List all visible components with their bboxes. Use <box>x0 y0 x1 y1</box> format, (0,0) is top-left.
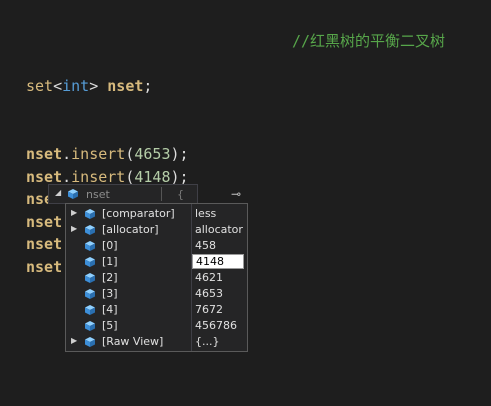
datatip-row-value: 4621 <box>195 271 223 284</box>
pin-icon[interactable]: ⊸ <box>231 187 241 201</box>
datatip-row-name: [1] <box>102 255 118 268</box>
cube-icon <box>84 208 96 220</box>
expand-icon[interactable]: ▶ <box>71 224 77 233</box>
datatip-header[interactable]: ◢ nset { size=6 } ⊸ <box>48 184 241 227</box>
cube-icon <box>84 224 96 236</box>
cube-icon <box>84 256 96 268</box>
method-insert[interactable]: insert <box>71 145 125 163</box>
datatip-row-name: [5] <box>102 319 118 332</box>
datatip-separator <box>161 187 162 201</box>
datatip-row-name: [allocator] <box>102 223 159 236</box>
variable-nset[interactable]: nset <box>26 145 62 163</box>
datatip-row[interactable]: [5] 456786 <box>66 318 247 334</box>
datatip-row[interactable]: ▶ [allocator] allocator <box>66 222 247 238</box>
cube-icon <box>84 240 96 252</box>
datatip-row-name: [4] <box>102 303 118 316</box>
paren-close-semicolon: ); <box>170 144 189 163</box>
angle-close: > <box>89 77 99 96</box>
cube-icon <box>84 288 96 300</box>
datatip-row-value: 456786 <box>195 319 237 332</box>
collapse-icon[interactable]: ◢ <box>55 188 61 197</box>
datatip-row[interactable]: ▶ [comparator] less <box>66 206 247 222</box>
code-comment: //红黑树的平衡二叉树 <box>292 32 446 50</box>
cube-icon <box>84 320 96 332</box>
datatip-expanded-panel[interactable]: ▶ [comparator] less ▶ [allocator] allocator [0… <box>65 203 248 352</box>
variable-nset[interactable]: nset <box>26 235 62 253</box>
variable-nset[interactable]: nset <box>107 77 143 95</box>
angle-open: < <box>53 77 63 96</box>
number-literal: 4653 <box>134 144 171 163</box>
datatip-row[interactable]: ▶ [Raw View] {...} <box>66 334 247 350</box>
expand-icon[interactable]: ▶ <box>71 336 77 345</box>
datatip-row[interactable]: [2] 4621 <box>66 270 247 286</box>
datatip-row-value: 4653 <box>195 287 223 300</box>
keyword-int: int <box>62 77 90 96</box>
datatip-row-value: {...} <box>195 335 220 348</box>
datatip-row-name: [comparator] <box>102 207 175 220</box>
variable-nset[interactable]: nset <box>26 258 62 276</box>
datatip-row[interactable]: [3] 4653 <box>66 286 247 302</box>
datatip-row-name: [0] <box>102 239 118 252</box>
datatip-row-name: [Raw View] <box>102 335 164 348</box>
datatip-row-value: 458 <box>195 239 216 252</box>
datatip-row-name: [2] <box>102 271 118 284</box>
cube-icon <box>84 272 96 284</box>
variable-nset[interactable]: nset <box>26 213 62 231</box>
code-line-declaration[interactable]: set<int> nset; <box>26 75 207 98</box>
datatip-value-editor[interactable]: 4148 <box>192 254 244 269</box>
datatip-row-value: 7672 <box>195 303 223 316</box>
variable-nset[interactable]: nset <box>26 168 62 186</box>
keyword-set: set <box>26 77 54 96</box>
method-insert[interactable]: insert <box>71 168 125 186</box>
cube-icon <box>67 188 79 200</box>
code-line-insert[interactable]: nset.insert(4653); <box>26 143 207 166</box>
paren-close-semicolon: ); <box>170 167 189 186</box>
datatip-row[interactable]: [0] 458 <box>66 238 247 254</box>
expand-icon[interactable]: ▶ <box>71 208 77 217</box>
datatip-row-name: [3] <box>102 287 118 300</box>
dot-operator: . <box>62 167 72 186</box>
dot-operator: . <box>62 144 72 163</box>
number-literal: 4148 <box>134 167 171 186</box>
datatip-row-value: less <box>195 207 217 220</box>
datatip-variable-name: nset <box>86 188 110 201</box>
semicolon: ; <box>143 77 153 96</box>
datatip-row-value: allocator <box>195 223 243 236</box>
datatip-row[interactable]: [4] 7672 <box>66 302 247 318</box>
cube-icon <box>84 336 96 348</box>
cube-icon <box>84 304 96 316</box>
datatip-row[interactable]: [1] 4148 <box>66 254 247 270</box>
